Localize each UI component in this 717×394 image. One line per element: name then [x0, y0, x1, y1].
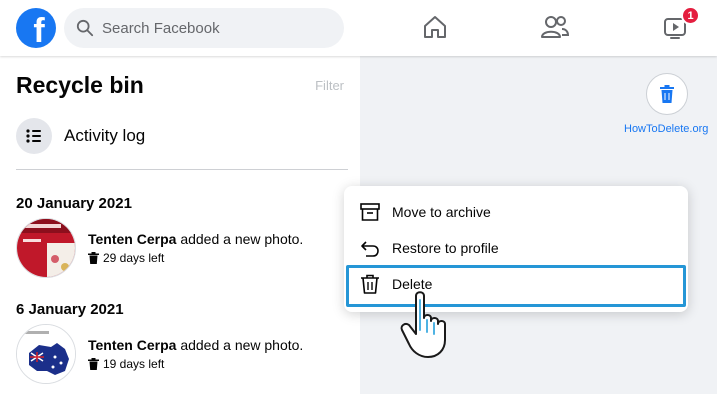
recycle-bin-panel: Recycle bin Filter Activity log 20 Janua…	[0, 56, 360, 394]
divider	[16, 169, 348, 170]
days-left-text: 29 days left	[103, 251, 165, 265]
menu-item-label: Move to archive	[392, 204, 491, 220]
search-box[interactable]	[64, 8, 344, 48]
home-nav-button[interactable]	[420, 12, 450, 42]
activity-text: Tenten Cerpa added a new photo.	[88, 337, 303, 353]
search-icon	[76, 19, 94, 37]
facebook-logo[interactable]: f	[16, 8, 56, 48]
list-item[interactable]: Tenten Cerpa added a new photo. 29 days …	[16, 218, 303, 278]
days-left-text: 19 days left	[103, 357, 165, 371]
author-name[interactable]: Tenten Cerpa	[88, 337, 176, 353]
author-name[interactable]: Tenten Cerpa	[88, 231, 176, 247]
page-title: Recycle bin	[16, 72, 144, 98]
activity-action: added a new photo.	[176, 231, 304, 247]
search-input[interactable]	[102, 19, 322, 37]
friends-icon	[541, 16, 570, 38]
list-icon	[16, 118, 52, 154]
days-left-info: 19 days left	[88, 357, 303, 371]
date-heading: 20 January 2021	[16, 195, 132, 212]
pointing-hand-icon	[400, 291, 446, 358]
watermark-trash-logo	[646, 73, 688, 115]
context-menu: Move to archive Restore to profile Delet…	[344, 186, 688, 312]
home-icon	[424, 16, 446, 38]
list-item[interactable]: Tenten Cerpa added a new photo. 19 days …	[16, 324, 303, 384]
trash-logo-icon	[660, 85, 674, 103]
activity-text: Tenten Cerpa added a new photo.	[88, 231, 303, 247]
days-left-info: 29 days left	[88, 251, 303, 265]
facebook-logo-letter: f	[33, 12, 45, 48]
restore-icon	[361, 241, 379, 257]
delete-option[interactable]: Delete	[344, 266, 688, 302]
trash-small-icon	[88, 252, 99, 264]
watermark-text: HowToDelete.org	[624, 123, 709, 135]
trash-icon	[361, 274, 379, 294]
notification-badge: 1	[681, 6, 700, 25]
activity-log-label: Activity log	[64, 126, 146, 145]
friends-nav-button[interactable]	[540, 12, 570, 42]
date-heading: 6 January 2021	[16, 301, 124, 318]
trash-small-icon	[88, 358, 99, 370]
filter-button[interactable]: Filter	[315, 78, 344, 93]
archive-icon	[360, 203, 380, 221]
menu-item-label: Restore to profile	[392, 240, 499, 256]
photo-thumbnail	[16, 218, 76, 278]
activity-log-link[interactable]: Activity log	[16, 118, 145, 154]
top-navigation-bar: f 1	[0, 0, 717, 56]
photo-thumbnail	[16, 324, 76, 384]
restore-to-profile-option[interactable]: Restore to profile	[344, 230, 688, 266]
activity-action: added a new photo.	[176, 337, 304, 353]
move-to-archive-option[interactable]: Move to archive	[344, 194, 688, 230]
